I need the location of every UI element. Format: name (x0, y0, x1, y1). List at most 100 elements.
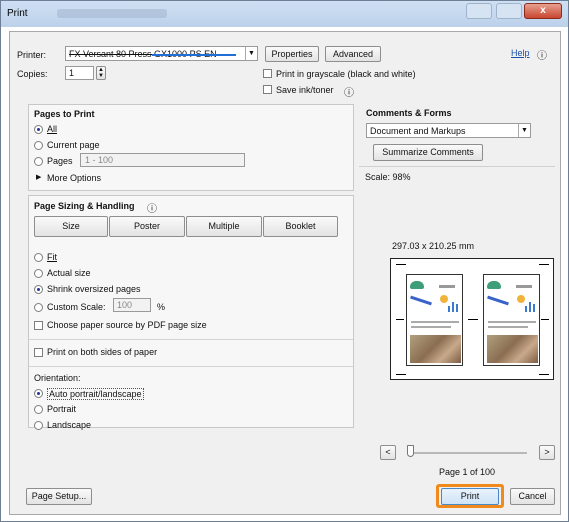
properties-button[interactable]: Properties (265, 46, 319, 62)
custom-scale-radio[interactable] (34, 303, 43, 312)
bar-icon (456, 304, 458, 312)
fit-radio[interactable] (34, 253, 43, 262)
crop-mark (539, 264, 549, 265)
copies-value: 1 (69, 68, 75, 78)
current-page-label: Current page (47, 140, 100, 150)
logo-icon (410, 281, 424, 289)
print-button[interactable]: Print (441, 488, 499, 505)
page-slider-track[interactable] (407, 452, 527, 454)
both-sides-checkbox[interactable] (34, 348, 43, 357)
text-line (411, 326, 451, 328)
orientation-label: Orientation: (34, 373, 81, 383)
expand-triangle-icon[interactable]: ▶ (36, 173, 41, 181)
page-sizing-title: Page Sizing & Handling (34, 201, 135, 211)
info-icon[interactable]: ⓘ (344, 84, 354, 99)
info-icon[interactable]: ⓘ (147, 200, 157, 215)
all-radio[interactable] (34, 125, 43, 134)
bar-icon (452, 302, 454, 312)
paper-source-checkbox[interactable] (34, 321, 43, 330)
page-preview (390, 258, 554, 380)
dialog-body: Printer: FX Versant 80 Press GX1000 PS E… (9, 31, 561, 515)
next-page-button[interactable]: > (539, 445, 555, 460)
grayscale-checkbox[interactable] (263, 69, 272, 78)
all-label: All (47, 124, 58, 134)
title-bar: Print x (1, 1, 568, 27)
window-title: Print (7, 8, 28, 19)
text-line (411, 321, 459, 323)
booklet-tab[interactable]: Booklet (263, 216, 338, 237)
stamp-text (410, 295, 432, 306)
text-line (516, 285, 532, 288)
current-page-radio[interactable] (34, 141, 43, 150)
grayscale-label: Print in grayscale (black and white) (276, 69, 416, 79)
save-ink-checkbox[interactable] (263, 85, 272, 94)
crop-mark (539, 374, 549, 375)
bar-icon (448, 306, 450, 312)
auto-orientation-radio[interactable] (34, 389, 43, 398)
multiple-tab[interactable]: Multiple (186, 216, 262, 237)
text-line (439, 285, 455, 288)
landscape-label: Landscape (47, 420, 92, 430)
auto-orientation-label: Auto portrait/landscape (47, 388, 144, 400)
actual-size-label: Actual size (47, 268, 91, 278)
stamp-text (487, 295, 509, 306)
pages-radio[interactable] (34, 157, 43, 166)
custom-scale-value: 100 (117, 300, 133, 310)
bar-icon (525, 306, 527, 312)
bar-icon (533, 304, 535, 312)
crop-mark (396, 319, 404, 320)
help-link[interactable]: Help (511, 48, 530, 58)
summarize-comments-button[interactable]: Summarize Comments (373, 144, 483, 161)
shrink-label: Shrink oversized pages (47, 284, 141, 294)
pages-range-field[interactable]: 1 - 100 (80, 153, 245, 167)
paper-source-label: Choose paper source by PDF page size (47, 320, 207, 330)
portrait-radio[interactable] (34, 405, 43, 414)
maximize-button[interactable] (496, 3, 522, 19)
copies-label: Copies: (17, 69, 48, 79)
custom-scale-field[interactable]: 100 (113, 298, 151, 312)
actual-size-radio[interactable] (34, 269, 43, 278)
size-tab[interactable]: Size (34, 216, 108, 237)
text-line (488, 326, 528, 328)
comments-select[interactable]: Document and Markups ▼ (366, 123, 531, 138)
fit-label: Fit (47, 252, 57, 262)
page-counter: Page 1 of 100 (439, 467, 496, 477)
page-sizing-panel: Page Sizing & Handling ⓘ Size Poster Mul… (28, 195, 354, 430)
printer-select[interactable]: FX Versant 80 Press GX1000 PS EN ▼ (65, 46, 258, 61)
more-options-toggle[interactable]: More Options (47, 173, 101, 183)
photo-thumbnail (487, 335, 538, 363)
close-button[interactable]: x (524, 3, 562, 19)
advanced-button[interactable]: Advanced (325, 46, 381, 62)
minimize-button[interactable] (466, 3, 492, 19)
copies-stepper[interactable]: ▲ ▼ (96, 66, 106, 80)
divider (29, 366, 353, 367)
logo-icon (487, 281, 501, 289)
cancel-button[interactable]: Cancel (510, 488, 555, 505)
print-dialog: Print x Printer: FX Versant 80 Press GX1… (0, 0, 569, 522)
custom-scale-label: Custom Scale: (47, 302, 106, 312)
pie-icon (517, 295, 525, 303)
crop-mark (396, 374, 406, 375)
crop-mark (541, 319, 549, 320)
pages-to-print-panel: Pages to Print All Current page Pages 1 … (28, 104, 354, 191)
percent-sign: % (157, 302, 166, 312)
poster-tab[interactable]: Poster (109, 216, 185, 237)
preview-area: Scale: 98% 297.03 x 210.25 mm < > Page 1… (359, 166, 555, 477)
crop-mark (396, 264, 406, 265)
comments-forms-title: Comments & Forms (366, 108, 452, 118)
save-ink-label: Save ink/toner (276, 85, 334, 95)
document-name-blurred (57, 9, 167, 18)
shrink-radio[interactable] (34, 285, 43, 294)
page-slider-thumb[interactable] (407, 445, 414, 457)
both-sides-label: Print on both sides of paper (47, 347, 158, 357)
prev-page-button[interactable]: < (380, 445, 396, 460)
landscape-radio[interactable] (34, 421, 43, 430)
copies-field[interactable]: 1 (65, 66, 94, 80)
scale-readout: Scale: 98% (365, 172, 411, 182)
preview-card-left (406, 274, 463, 366)
page-setup-button[interactable]: Page Setup... (26, 488, 92, 505)
crop-mark (468, 319, 478, 320)
help-icon[interactable]: ⓘ (537, 47, 547, 62)
pages-label: Pages (47, 156, 73, 166)
page-dimensions: 297.03 x 210.25 mm (392, 241, 475, 251)
